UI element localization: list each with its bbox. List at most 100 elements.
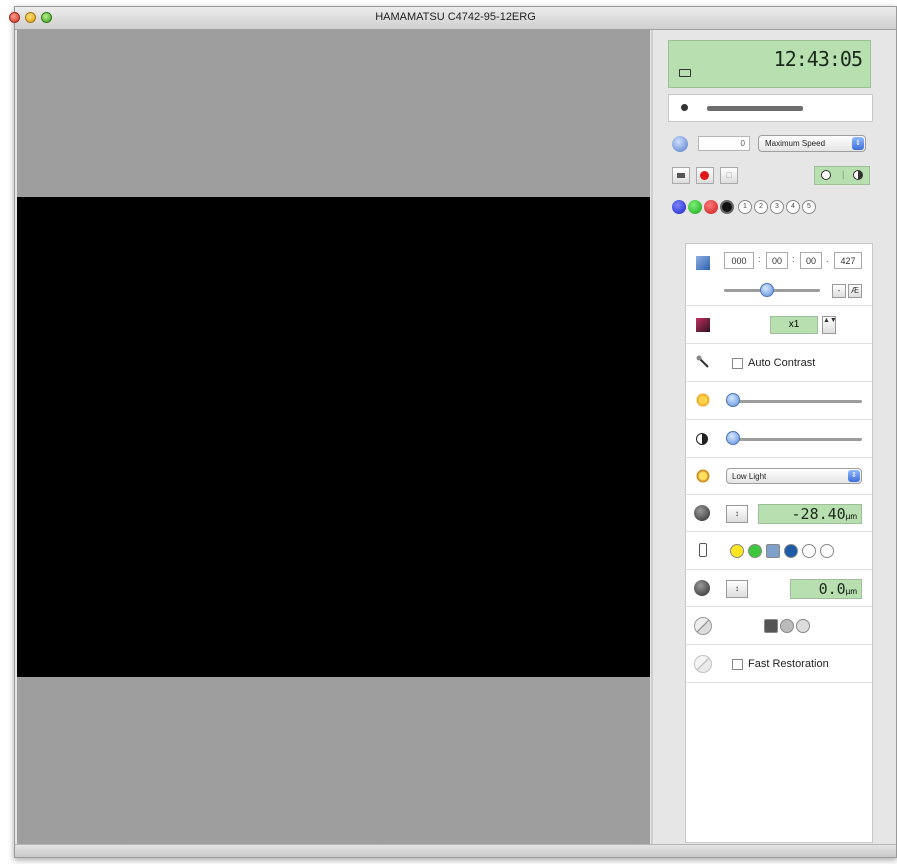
channel-4-button[interactable]: 4 (786, 200, 800, 214)
select-arrows-icon: ⇕ (852, 137, 864, 150)
window-title: HAMAMATSU C4742-95-12ERG (375, 11, 536, 23)
speed-mode-select[interactable]: Maximum Speed ⇕ (758, 135, 866, 152)
filter-row (686, 532, 872, 570)
mode-toggle[interactable]: | (814, 166, 870, 185)
image-viewer[interactable] (17, 30, 650, 846)
dot-separator: . (826, 254, 829, 264)
snapshot-button[interactable] (672, 167, 690, 184)
select-arrows-icon: ⇕ (848, 470, 860, 482)
offset-unit: µm (845, 587, 857, 596)
restoration-icon (694, 617, 712, 635)
zoom-display: x1 (770, 316, 818, 334)
z-step-button[interactable]: ↕ (726, 505, 748, 523)
restoration-mode-2-button[interactable] (780, 619, 794, 633)
filter-green-button[interactable] (748, 544, 762, 558)
progress-bar (707, 106, 803, 111)
auto-contrast-label: Auto Contrast (748, 357, 816, 369)
z-position-value: -28.40 (791, 505, 846, 523)
film-icon (677, 173, 685, 178)
light-mode-select[interactable]: Low Light ⇕ (726, 468, 862, 484)
auto-contrast-row: Auto Contrast (686, 344, 872, 382)
record-row: □ | (668, 162, 873, 192)
restoration-mode-1-button[interactable] (764, 619, 778, 633)
speed-value-field[interactable]: 0 (698, 136, 750, 151)
channel-1-button[interactable]: 1 (738, 200, 752, 214)
channel-blue-button[interactable] (672, 200, 686, 214)
zoom-stepper[interactable]: ▲▼ (822, 316, 837, 334)
restoration-mode-3-button[interactable] (796, 619, 810, 633)
restoration-mode-row (686, 607, 872, 645)
filter-yellow-button[interactable] (730, 544, 744, 558)
contrast-row (686, 420, 872, 458)
record-button[interactable] (696, 167, 714, 184)
status-dot-icon (681, 104, 688, 111)
clock-time: 12:43:05 (773, 47, 863, 71)
progress-row (668, 94, 873, 122)
offset-step-button[interactable]: ↕ (726, 580, 748, 598)
offset-display: 0.0µm (790, 579, 862, 599)
camera-icon[interactable] (672, 136, 688, 152)
offset-value: 0.0 (818, 580, 846, 598)
channel-black-button[interactable] (720, 200, 734, 214)
half-circle-icon (853, 170, 863, 180)
brightness-slider-thumb[interactable] (726, 393, 740, 407)
binning-icon (696, 318, 710, 332)
light-mode-label: Low Light (732, 472, 767, 481)
light-mode-row: Low Light ⇕ (686, 458, 872, 495)
focus-knob-icon[interactable] (694, 505, 710, 521)
exposure-minus-button[interactable]: - (832, 284, 846, 298)
offset-knob-icon[interactable] (694, 580, 710, 596)
channel-green-button[interactable] (688, 200, 702, 214)
brightness-slider[interactable] (726, 400, 862, 403)
exposure-seconds-field[interactable]: 00 (800, 252, 822, 269)
channel-red-button[interactable] (704, 200, 718, 214)
exposure-icon (696, 256, 710, 270)
filter-icon (699, 543, 707, 557)
circle-icon (821, 170, 831, 180)
exposure-minutes-field[interactable]: 00 (766, 252, 788, 269)
channel-5-button[interactable]: 5 (802, 200, 816, 214)
magic-wand-icon (696, 355, 710, 369)
stop-button[interactable]: □ (720, 167, 738, 184)
filter-selected-button[interactable] (766, 544, 780, 558)
fast-restoration-checkbox[interactable] (732, 659, 743, 670)
filter-6-button[interactable] (820, 544, 834, 558)
contrast-slider[interactable] (726, 438, 862, 441)
brightness-row (686, 382, 872, 420)
fast-restoration-icon (694, 655, 712, 673)
sun-icon (696, 393, 710, 407)
auto-exposure-button[interactable]: Æ (848, 284, 862, 298)
speed-mode-label: Maximum Speed (765, 139, 826, 148)
z-position-display: -28.40µm (758, 504, 862, 524)
channel-3-button[interactable]: 3 (770, 200, 784, 214)
fast-restoration-row: Fast Restoration (686, 645, 872, 683)
toggle-separator: | (842, 169, 845, 179)
drive-icon (679, 69, 691, 77)
clock-display: 12:43:05 (668, 40, 871, 88)
exposure-slider-thumb[interactable] (760, 283, 774, 297)
channel-2-button[interactable]: 2 (754, 200, 768, 214)
exposure-hours-field[interactable]: 000 (724, 252, 754, 269)
settings-list: 000 : 00 : 00 . 427 - Æ x1 ▲▼ Auto Contr… (685, 243, 873, 843)
colon-2: : (792, 254, 795, 264)
record-icon (700, 171, 709, 180)
exposure-row: 000 : 00 : 00 . 427 - Æ (686, 244, 872, 306)
contrast-icon (696, 433, 708, 445)
panel-divider[interactable] (651, 30, 653, 846)
z-unit: µm (845, 512, 857, 521)
speed-row: 0 Maximum Speed ⇕ (668, 130, 873, 160)
colon-1: : (758, 254, 761, 264)
auto-contrast-checkbox[interactable] (732, 358, 743, 369)
offset-row: ↕ 0.0µm (686, 570, 872, 607)
light-bulb-icon (696, 469, 710, 483)
contrast-slider-thumb[interactable] (726, 431, 740, 445)
bottom-bar (15, 844, 896, 857)
filter-blue-button[interactable] (784, 544, 798, 558)
fast-restoration-label: Fast Restoration (748, 658, 829, 670)
z-position-row: ↕ -28.40µm (686, 495, 872, 532)
binning-row: x1 ▲▼ (686, 306, 872, 344)
exposure-ms-field[interactable]: 427 (834, 252, 862, 269)
live-image[interactable] (17, 197, 650, 677)
channel-row: 1 2 3 4 5 (668, 196, 873, 218)
filter-5-button[interactable] (802, 544, 816, 558)
